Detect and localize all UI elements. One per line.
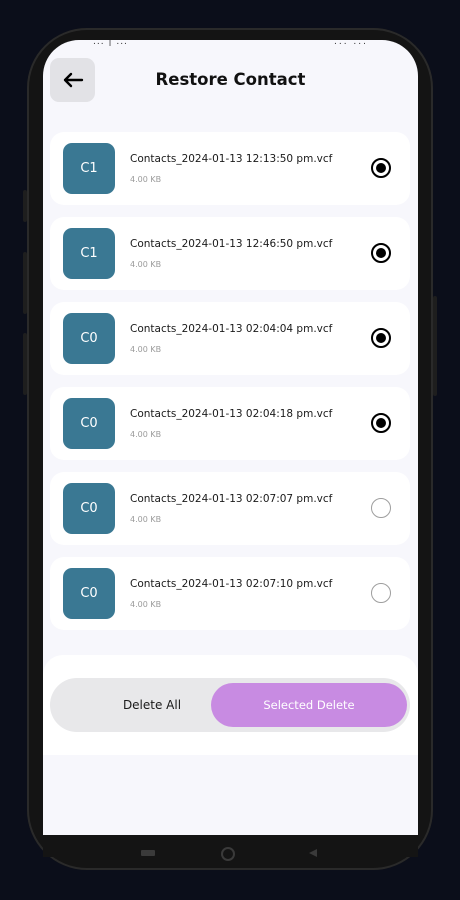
phone-side-button [23,252,27,314]
file-name: Contacts_2024-01-13 02:04:04 pm.vcf [130,323,333,335]
file-avatar: C0 [63,483,115,534]
system-nav-bar [43,835,418,861]
phone-side-button [23,333,27,395]
back-triangle-icon[interactable] [309,849,317,857]
phone-side-button [433,296,437,396]
file-size: 4.00 KB [130,260,162,269]
file-avatar: C0 [63,398,115,449]
home-icon[interactable] [221,847,235,861]
list-item[interactable]: C0 Contacts_2024-01-13 02:07:10 pm.vcf 4… [50,557,410,630]
file-size: 4.00 KB [130,600,162,609]
file-name: Contacts_2024-01-13 02:04:18 pm.vcf [130,408,333,420]
select-radio[interactable] [371,413,391,433]
list-item[interactable]: C1 Contacts_2024-01-13 12:13:50 pm.vcf 4… [50,132,410,205]
file-avatar: C1 [63,228,115,279]
list-item[interactable]: C0 Contacts_2024-01-13 02:07:07 pm.vcf 4… [50,472,410,545]
file-size: 4.00 KB [130,515,162,524]
select-radio[interactable] [371,583,391,603]
recents-icon[interactable] [141,850,155,856]
action-bar: Delete All Selected Delete [50,678,410,732]
select-radio[interactable] [371,328,391,348]
file-name: Contacts_2024-01-13 02:07:10 pm.vcf [130,578,333,590]
file-name: Contacts_2024-01-13 12:46:50 pm.vcf [130,238,333,250]
select-radio[interactable] [371,498,391,518]
file-size: 4.00 KB [130,345,162,354]
select-radio[interactable] [371,243,391,263]
status-bar-right: ... ... [333,40,368,47]
file-name: Contacts_2024-01-13 02:07:07 pm.vcf [130,493,333,505]
file-name: Contacts_2024-01-13 12:13:50 pm.vcf [130,153,333,165]
list-item[interactable]: C0 Contacts_2024-01-13 02:04:04 pm.vcf 4… [50,302,410,375]
file-avatar: C0 [63,568,115,619]
status-bar-left: ... | ... [93,40,128,47]
selected-delete-button[interactable]: Selected Delete [211,683,407,727]
list-item[interactable]: C1 Contacts_2024-01-13 12:46:50 pm.vcf 4… [50,217,410,290]
page-title: Restore Contact [155,70,306,89]
file-avatar: C1 [63,143,115,194]
select-radio[interactable] [371,158,391,178]
phone-side-button [23,190,27,222]
file-avatar: C0 [63,313,115,364]
file-size: 4.00 KB [130,175,162,184]
status-bar: ... | ... ... ... [43,40,418,50]
file-size: 4.00 KB [130,430,162,439]
app-screen: ... | ... ... ... Restore Contact C1 Con… [43,40,418,835]
list-item[interactable]: C0 Contacts_2024-01-13 02:04:18 pm.vcf 4… [50,387,410,460]
